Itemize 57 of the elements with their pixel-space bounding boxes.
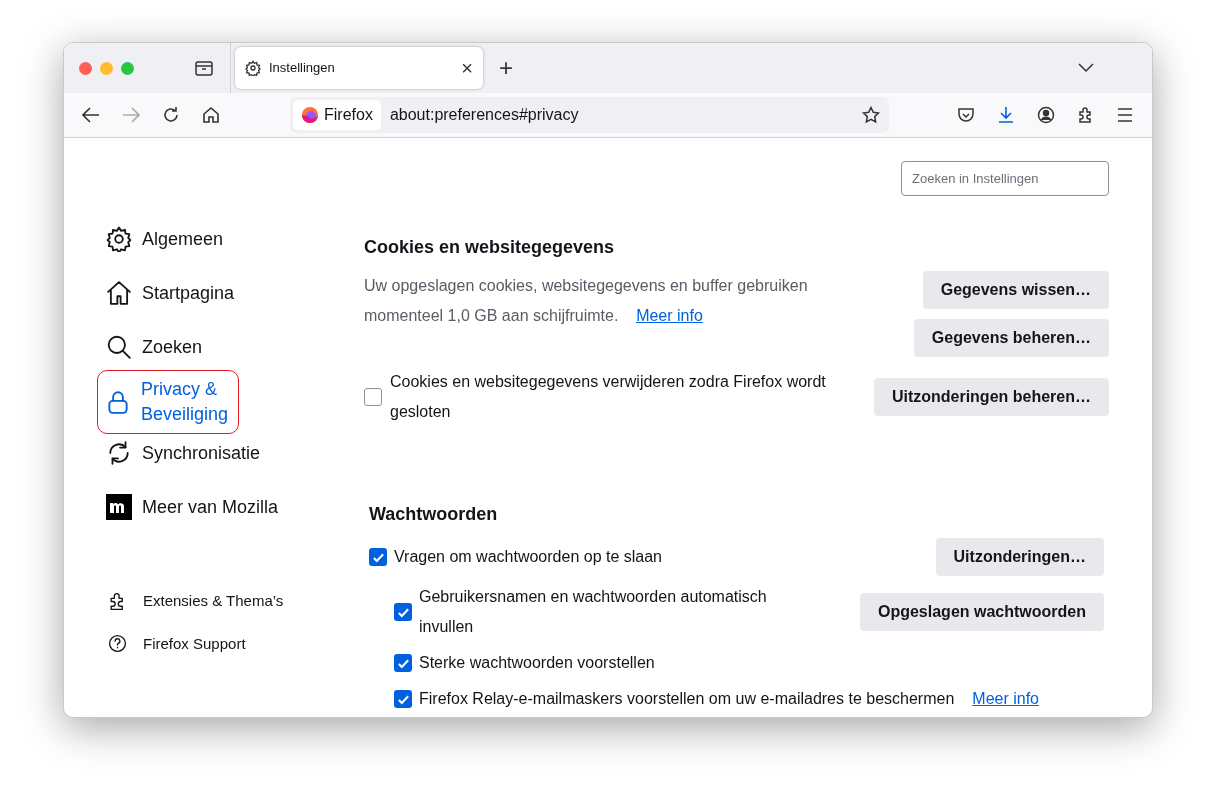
- option-label: Cookies en websitegegevens verwijderen zodra Firefox wordt gesloten: [390, 372, 827, 422]
- section-heading: Cookies en websitegegevens: [364, 236, 616, 259]
- site-identity-button[interactable]: Firefox: [293, 100, 381, 130]
- action-button[interactable]: Uitzonderingen…: [935, 538, 1104, 576]
- more-info-link[interactable]: Meer info: [972, 687, 1039, 711]
- home-icon[interactable]: [202, 106, 220, 124]
- tab-list-icon[interactable]: [194, 59, 214, 77]
- action-button[interactable]: Uitzonderingen beheren…: [873, 378, 1109, 416]
- download-icon[interactable]: [997, 106, 1015, 124]
- sidebar-item[interactable]: Synchronisatie: [106, 440, 306, 466]
- help-icon: [108, 634, 127, 654]
- settings-search-field[interactable]: Zoeken in Instellingen: [901, 161, 1109, 196]
- menu-icon[interactable]: [1117, 108, 1133, 122]
- browser-tab[interactable]: Instellingen ×: [235, 47, 483, 89]
- action-button[interactable]: Gegevens beheren…: [913, 319, 1109, 357]
- sidebar-item[interactable]: Startpagina: [106, 280, 306, 306]
- pocket-icon[interactable]: [957, 106, 975, 124]
- letter-m-logo-icon: [106, 494, 132, 520]
- tab-title: Instellingen: [269, 59, 335, 78]
- site-identity-label: Firefox: [324, 105, 373, 125]
- sidebar-item[interactable]: Privacy & Beveiliging: [97, 370, 239, 434]
- chevron-down-icon[interactable]: [1078, 63, 1094, 73]
- sidebar-item[interactable]: Meer van Mozilla: [106, 494, 306, 520]
- more-info-link[interactable]: Meer info: [636, 307, 703, 324]
- checkbox[interactable]: [364, 388, 382, 406]
- sidebar-item[interactable]: Zoeken: [106, 334, 306, 360]
- sidebar-link[interactable]: Firefox Support: [106, 632, 364, 655]
- option-label: Sterke wachtwoorden voorstellen: [419, 653, 655, 673]
- url-text[interactable]: about:preferences#privacy: [389, 103, 579, 127]
- sidebar-link[interactable]: Extensies & Thema’s: [106, 590, 364, 613]
- close-window-icon[interactable]: [79, 61, 92, 75]
- option-label: Firefox Relay-e-mailmaskers voorstellen om uw e-mailadres te beschermen: [419, 689, 955, 709]
- sidebar-item[interactable]: Algemeen: [106, 226, 306, 252]
- description-text: Uw opgeslagen cookies, websitegegevens en buffer gebruiken momenteel 1,0 GB aan schijfruimte. Meer info: [364, 276, 809, 326]
- option-label: Vragen om wachtwoorden op te slaan: [394, 547, 662, 567]
- lock-icon: [105, 389, 131, 415]
- action-button[interactable]: Opgeslagen wachtwoorden: [859, 593, 1104, 631]
- gear-icon: [106, 226, 132, 252]
- back-icon[interactable]: [82, 107, 100, 123]
- close-tab-button[interactable]: ×: [461, 58, 473, 78]
- bookmark-star-icon[interactable]: [862, 106, 880, 124]
- checkbox[interactable]: [394, 603, 412, 621]
- checkbox[interactable]: [369, 548, 387, 566]
- home-icon: [106, 280, 132, 306]
- address-bar[interactable]: Firefox about:preferences#privacy: [290, 97, 889, 133]
- new-tab-button[interactable]: +: [499, 56, 513, 80]
- account-icon[interactable]: [1037, 106, 1055, 124]
- gear-icon: [245, 60, 261, 76]
- browser-logo-icon: [301, 106, 319, 124]
- checkbox[interactable]: [394, 654, 412, 672]
- section-heading: Wachtwoorden: [369, 503, 499, 526]
- sync-icon: [106, 440, 132, 466]
- option-label: Gebruikersnamen en wachtwoorden automatisch invullen: [419, 587, 768, 637]
- search-icon: [106, 334, 132, 360]
- reload-icon[interactable]: [162, 106, 180, 124]
- action-button[interactable]: Gegevens wissen…: [922, 271, 1109, 309]
- checkbox[interactable]: [394, 690, 412, 708]
